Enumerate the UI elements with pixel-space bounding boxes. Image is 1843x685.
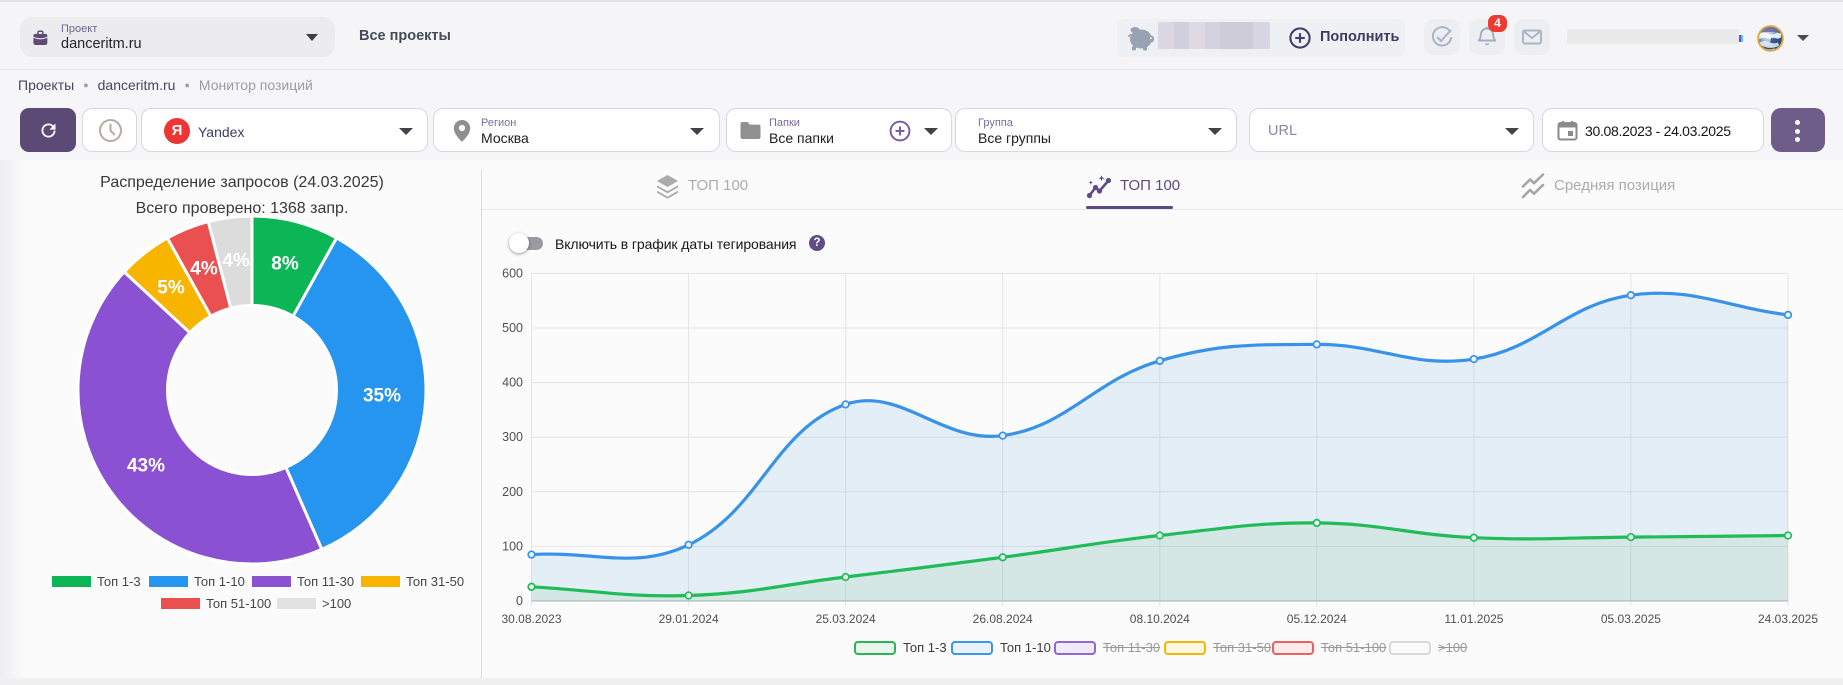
svg-text:26.08.2024: 26.08.2024 [973, 612, 1033, 626]
svg-text:30.08.2023: 30.08.2023 [501, 612, 561, 626]
svg-text:100: 100 [502, 539, 523, 553]
svg-text:500: 500 [502, 321, 523, 335]
svg-text:400: 400 [502, 376, 523, 390]
svg-text:05.12.2024: 05.12.2024 [1287, 612, 1347, 626]
svg-text:43%: 43% [127, 456, 165, 477]
svg-text:5%: 5% [157, 278, 185, 299]
svg-text:29.01.2024: 29.01.2024 [659, 612, 719, 626]
svg-text:11.01.2025: 11.01.2025 [1444, 612, 1503, 626]
svg-text:200: 200 [502, 485, 523, 499]
svg-text:05.03.2025: 05.03.2025 [1601, 612, 1661, 626]
svg-text:0: 0 [516, 594, 523, 608]
svg-text:600: 600 [502, 266, 523, 280]
svg-text:24.03.2025: 24.03.2025 [1758, 612, 1818, 626]
svg-text:35%: 35% [363, 386, 401, 407]
svg-text:4%: 4% [190, 259, 218, 280]
svg-text:8%: 8% [271, 254, 299, 275]
svg-text:4%: 4% [222, 251, 250, 272]
svg-text:300: 300 [502, 430, 523, 444]
svg-text:25.03.2024: 25.03.2024 [816, 612, 876, 626]
svg-text:08.10.2024: 08.10.2024 [1130, 612, 1190, 626]
